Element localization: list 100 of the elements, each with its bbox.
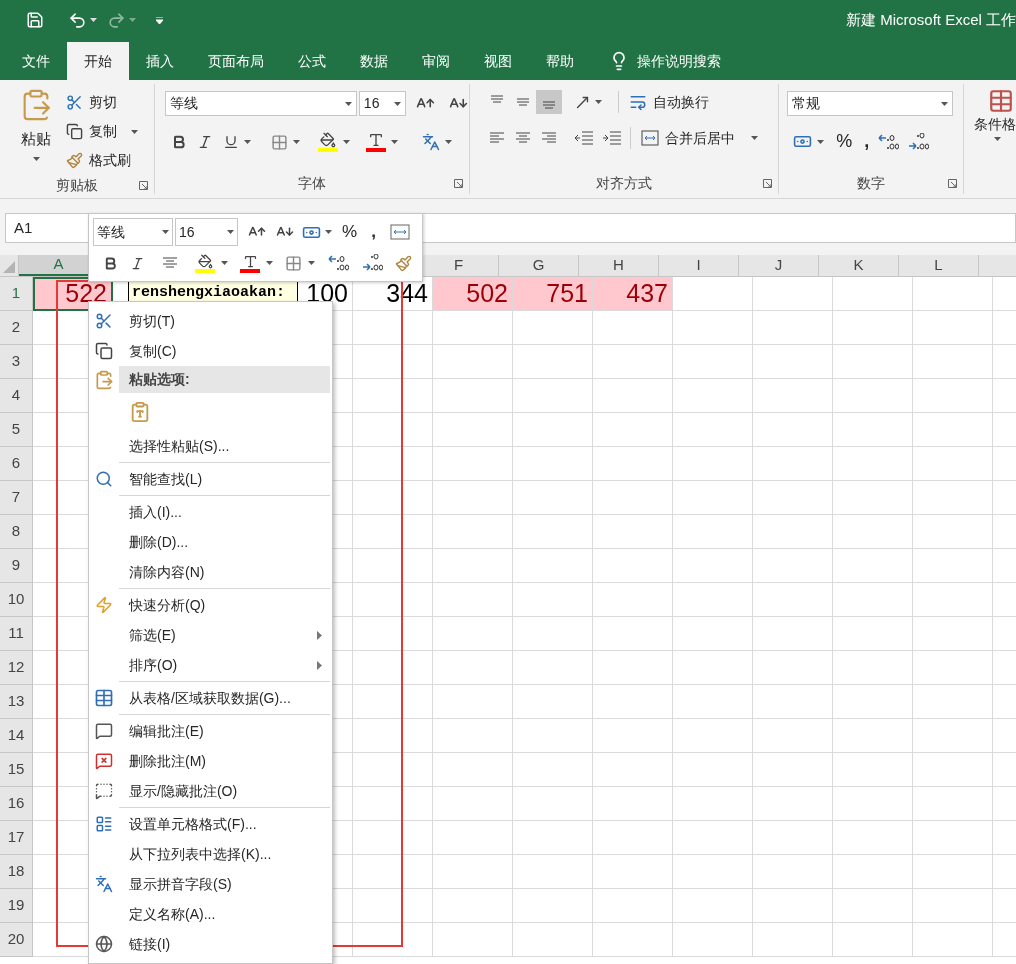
- table-cell[interactable]: [433, 447, 513, 481]
- table-cell[interactable]: [673, 379, 753, 413]
- indent-decrease-icon[interactable]: [573, 130, 594, 146]
- table-cell[interactable]: [753, 481, 833, 515]
- row-header[interactable]: 5: [0, 413, 33, 447]
- table-cell[interactable]: [753, 923, 833, 957]
- table-cell[interactable]: [913, 787, 993, 821]
- table-cell[interactable]: [593, 311, 673, 345]
- table-cell[interactable]: [513, 447, 593, 481]
- table-cell[interactable]: [913, 651, 993, 685]
- table-cell[interactable]: [833, 923, 913, 957]
- table-cell[interactable]: [433, 923, 513, 957]
- font-size-dropdown[interactable]: 16: [358, 91, 406, 116]
- font-color-button[interactable]: [240, 253, 260, 273]
- row-header[interactable]: 1: [0, 277, 33, 311]
- menu-item[interactable]: 选择性粘贴(S)...: [89, 431, 332, 461]
- table-cell[interactable]: [593, 821, 673, 855]
- table-cell[interactable]: [833, 549, 913, 583]
- table-cell[interactable]: [353, 311, 433, 345]
- table-cell[interactable]: [913, 821, 993, 855]
- table-cell[interactable]: [353, 515, 433, 549]
- table-cell[interactable]: [513, 515, 593, 549]
- font-name-dropdown[interactable]: 等线: [93, 218, 173, 246]
- table-cell[interactable]: [593, 753, 673, 787]
- table-cell[interactable]: [673, 923, 753, 957]
- table-cell[interactable]: [353, 617, 433, 651]
- table-cell[interactable]: [913, 889, 993, 923]
- table-cell[interactable]: [353, 923, 433, 957]
- menu-item[interactable]: 筛选(E): [89, 620, 332, 650]
- column-header[interactable]: J: [739, 255, 819, 276]
- table-cell[interactable]: [833, 787, 913, 821]
- table-cell[interactable]: [753, 855, 833, 889]
- table-cell[interactable]: [753, 685, 833, 719]
- table-cell[interactable]: [353, 651, 433, 685]
- table-cell[interactable]: [913, 515, 993, 549]
- table-cell[interactable]: [913, 311, 993, 345]
- table-cell[interactable]: [513, 719, 593, 753]
- table-cell[interactable]: [753, 889, 833, 923]
- row-header[interactable]: 13: [0, 685, 33, 719]
- table-cell[interactable]: [833, 311, 913, 345]
- table-cell[interactable]: [753, 549, 833, 583]
- table-cell[interactable]: [673, 515, 753, 549]
- table-cell[interactable]: [353, 753, 433, 787]
- table-cell[interactable]: [513, 753, 593, 787]
- fill-color-button[interactable]: [195, 253, 215, 273]
- table-cell[interactable]: [433, 583, 513, 617]
- table-cell[interactable]: [433, 719, 513, 753]
- table-cell[interactable]: [833, 345, 913, 379]
- menu-item[interactable]: 显示拼音字段(S): [89, 869, 332, 899]
- menu-item[interactable]: 设置单元格格式(F)...: [89, 809, 332, 839]
- table-cell[interactable]: [913, 753, 993, 787]
- ribbon-tab[interactable]: 文件: [5, 42, 67, 80]
- table-cell[interactable]: [833, 413, 913, 447]
- table-cell[interactable]: [673, 277, 753, 311]
- table-cell[interactable]: [353, 719, 433, 753]
- menu-item[interactable]: 定义名称(A)...: [89, 899, 332, 929]
- table-cell[interactable]: [593, 413, 673, 447]
- row-header[interactable]: 7: [0, 481, 33, 515]
- redo-icon[interactable]: [107, 10, 126, 30]
- menu-item[interactable]: 清除内容(N): [89, 557, 332, 587]
- column-header[interactable]: H: [579, 255, 659, 276]
- fill-color-button[interactable]: [317, 132, 338, 152]
- table-cell[interactable]: [753, 311, 833, 345]
- bold-icon[interactable]: [103, 255, 118, 271]
- table-cell[interactable]: [753, 719, 833, 753]
- decimal-decrease-icon[interactable]: [361, 254, 383, 272]
- table-cell[interactable]: [673, 413, 753, 447]
- font-size-dropdown[interactable]: 16: [175, 218, 238, 246]
- table-cell[interactable]: [593, 515, 673, 549]
- undo-icon[interactable]: [68, 10, 87, 30]
- table-cell[interactable]: [353, 889, 433, 923]
- paste-button[interactable]: 粘贴: [12, 88, 60, 175]
- table-cell[interactable]: [513, 821, 593, 855]
- table-cell[interactable]: [593, 685, 673, 719]
- row-header[interactable]: 2: [0, 311, 33, 345]
- table-cell[interactable]: [593, 787, 673, 821]
- row-header[interactable]: 3: [0, 345, 33, 379]
- table-cell[interactable]: [833, 719, 913, 753]
- menu-item[interactable]: 从下拉列表中选择(K)...: [89, 839, 332, 869]
- table-cell[interactable]: [833, 447, 913, 481]
- borders-icon[interactable]: [285, 254, 302, 272]
- table-cell[interactable]: [593, 481, 673, 515]
- decimal-increase-icon[interactable]: [327, 254, 349, 272]
- table-cell[interactable]: [433, 379, 513, 413]
- table-cell[interactable]: [673, 481, 753, 515]
- table-cell[interactable]: [833, 583, 913, 617]
- ribbon-tab[interactable]: 插入: [129, 42, 191, 80]
- table-cell[interactable]: [753, 617, 833, 651]
- row-header[interactable]: 15: [0, 753, 33, 787]
- table-cell[interactable]: [513, 651, 593, 685]
- table-cell[interactable]: [513, 889, 593, 923]
- row-header[interactable]: 20: [0, 923, 33, 957]
- row-header[interactable]: 8: [0, 515, 33, 549]
- table-cell[interactable]: [913, 345, 993, 379]
- table-cell[interactable]: [433, 787, 513, 821]
- table-cell[interactable]: [593, 651, 673, 685]
- menu-item[interactable]: 智能查找(L): [89, 464, 332, 494]
- menu-item[interactable]: 排序(O): [89, 650, 332, 680]
- table-cell[interactable]: [433, 481, 513, 515]
- table-cell[interactable]: [913, 685, 993, 719]
